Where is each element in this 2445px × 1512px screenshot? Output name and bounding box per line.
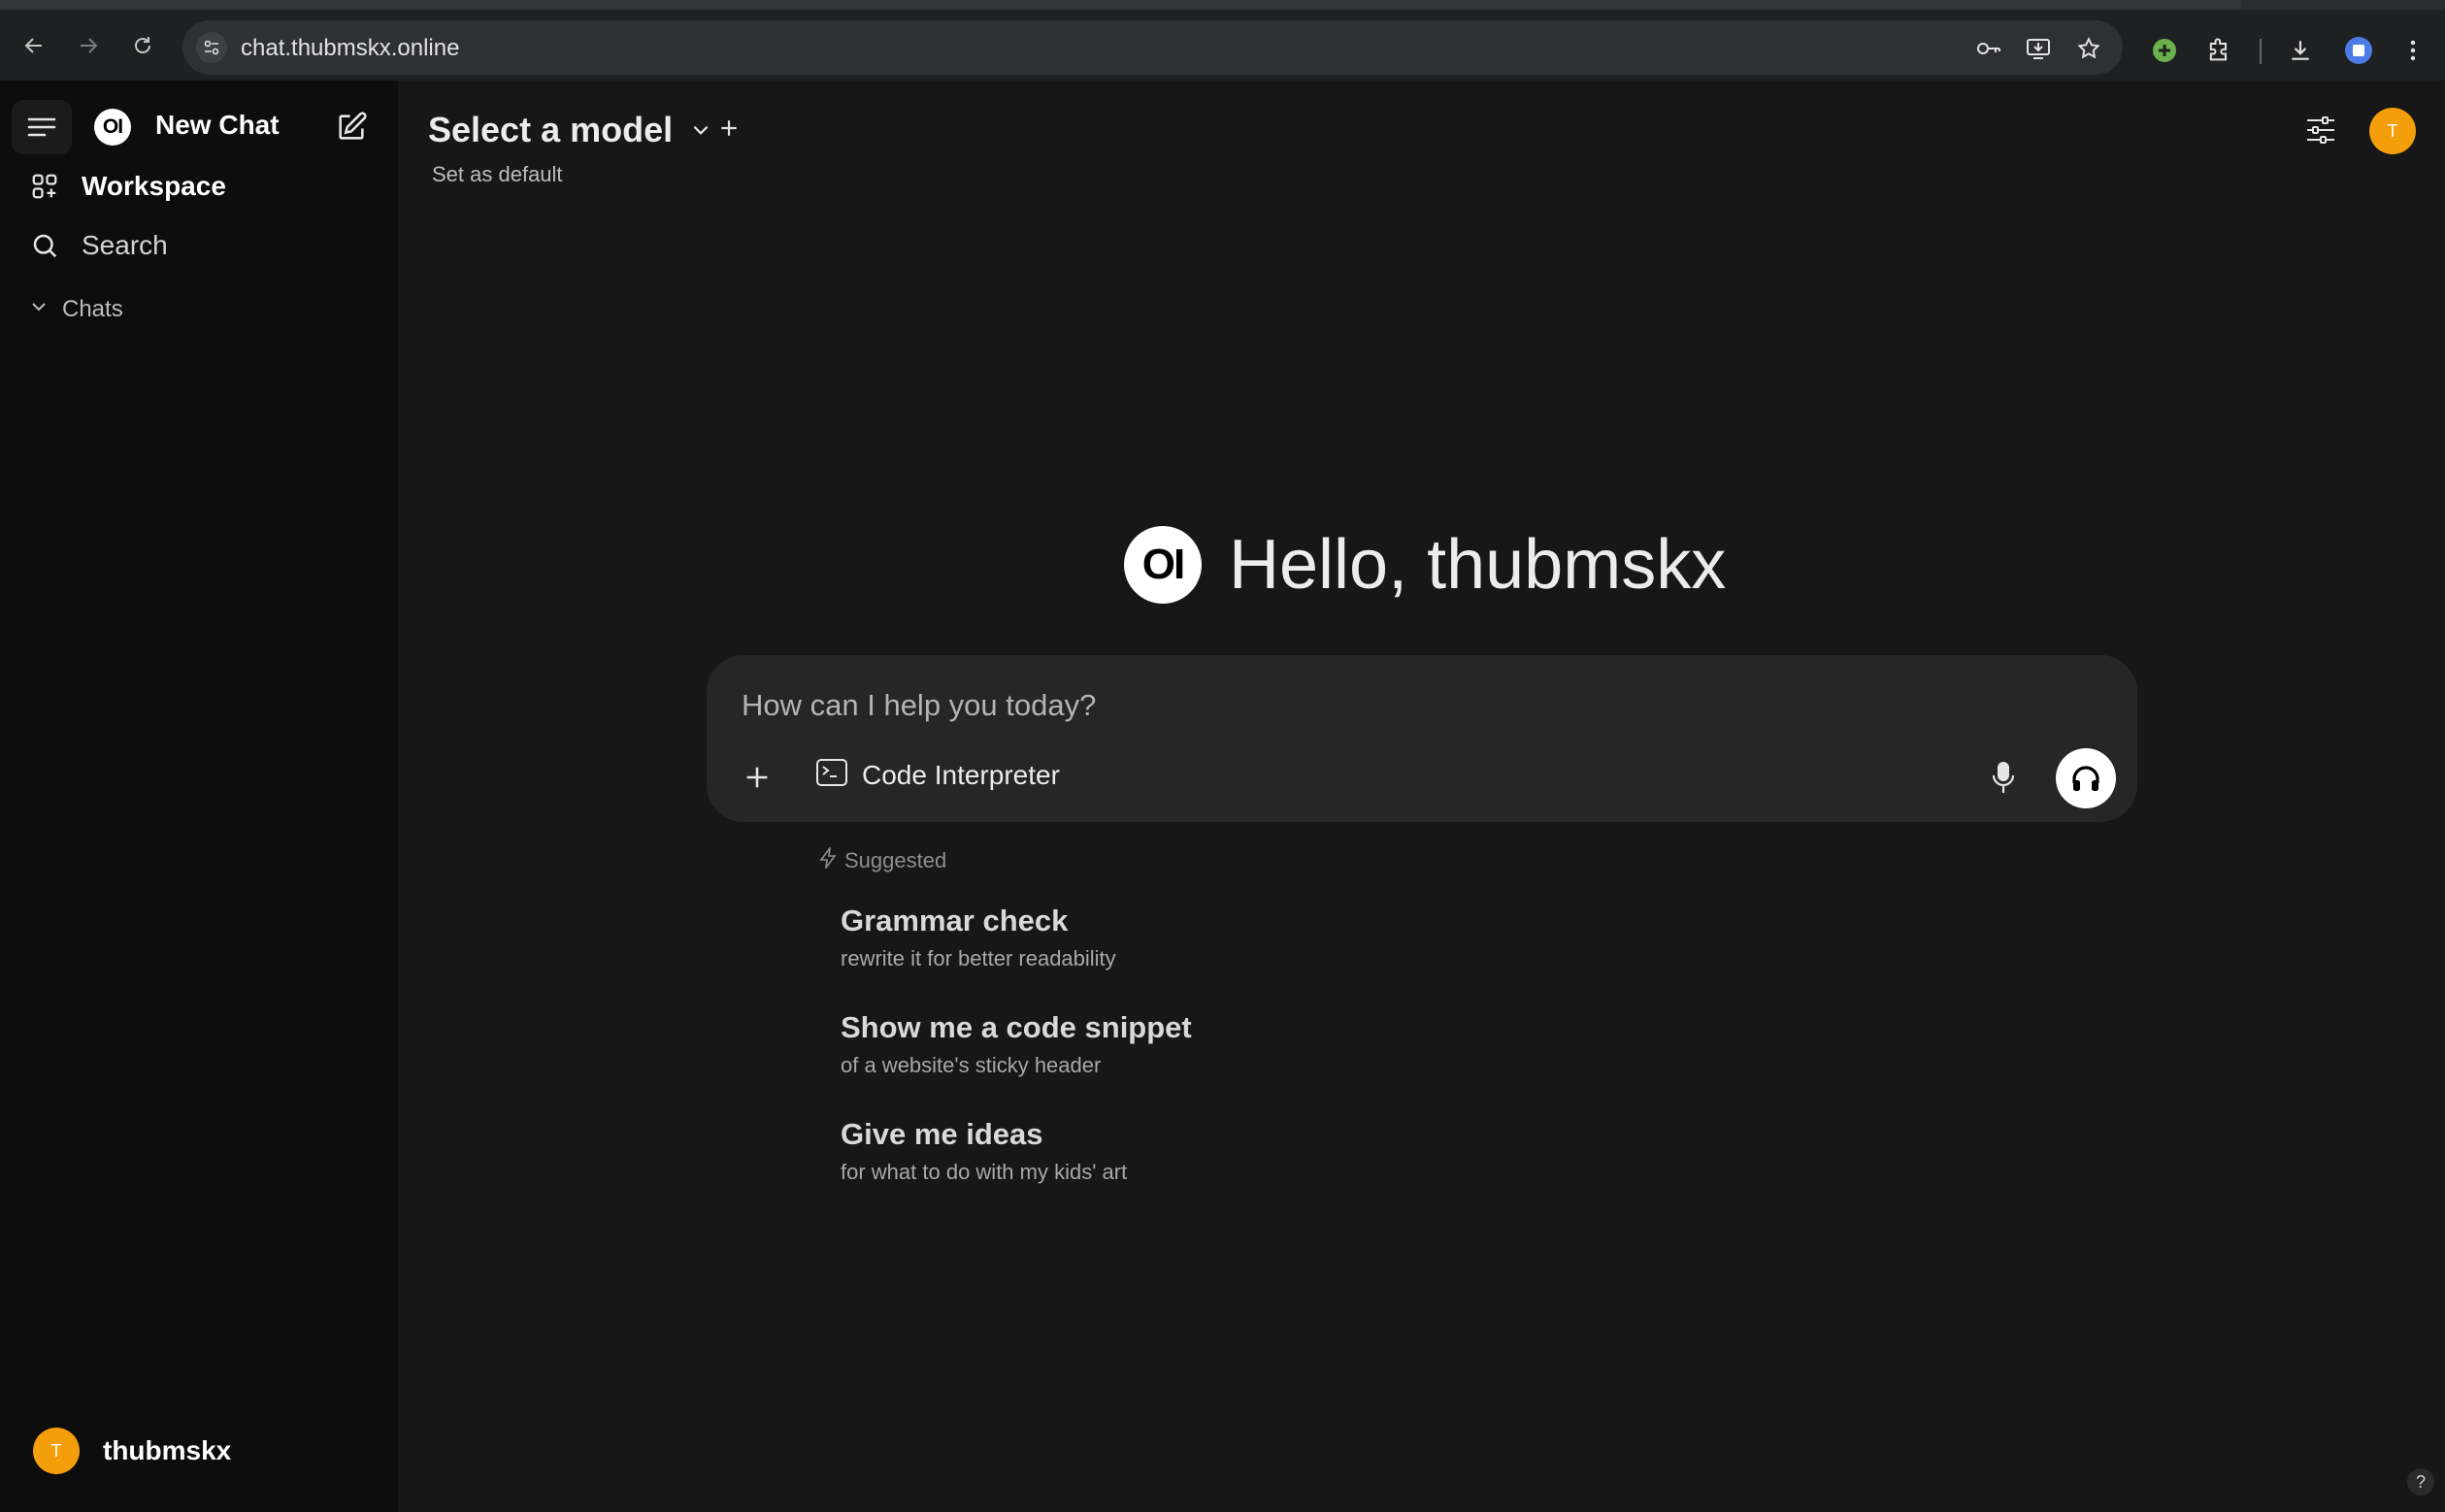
header-avatar-button[interactable]: T	[2369, 108, 2416, 154]
message-composer: How can I help you today? Code Interpret…	[707, 655, 2137, 822]
main-content: Select a model Set as default T OI Hello…	[398, 81, 2445, 1512]
chevron-down-icon	[29, 296, 49, 323]
profile-icon[interactable]	[2343, 35, 2374, 66]
tab-strip-edge	[2241, 0, 2445, 10]
back-arrow-icon[interactable]	[17, 29, 50, 62]
suggestion-title: Show me a code snippet	[841, 1010, 1192, 1044]
new-chat-button[interactable]: New Chat	[155, 110, 280, 141]
reload-icon[interactable]	[126, 29, 159, 62]
add-model-plus-icon[interactable]	[714, 114, 743, 143]
suggestion-item[interactable]: Grammar check rewrite it for better read…	[841, 904, 1116, 971]
user-menu[interactable]: T thubmskx	[33, 1428, 231, 1474]
browser-menu-icon[interactable]	[2397, 35, 2428, 66]
download-icon[interactable]	[2285, 35, 2316, 66]
grid-plus-icon	[27, 169, 62, 204]
sidebar: OI New Chat Workspace Search Chats T thu…	[0, 81, 398, 1512]
user-name: thubmskx	[103, 1435, 232, 1465]
voice-mode-headphones-icon[interactable]	[2056, 748, 2116, 808]
sidebar-item-label: Workspace	[82, 171, 226, 201]
suggestion-title: Grammar check	[841, 904, 1069, 937]
chats-label: Chats	[62, 296, 123, 322]
install-app-icon[interactable]	[2024, 34, 2053, 63]
extensions-puzzle-icon[interactable]	[2203, 35, 2234, 66]
toolbar-divider	[2260, 39, 2262, 64]
app-logo: OI	[94, 109, 131, 146]
chats-section-toggle[interactable]: Chats	[29, 296, 123, 323]
browser-toolbar: chat.thubmskx.online	[0, 0, 2445, 81]
extension-green-icon[interactable]	[2149, 35, 2180, 66]
sidebar-item-label: Search	[82, 230, 168, 260]
suggested-label: Suggested	[844, 848, 947, 872]
help-button[interactable]: ?	[2407, 1468, 2434, 1496]
bookmark-star-icon[interactable]	[2074, 34, 2103, 63]
greeting-text: Hello, thubmskx	[1229, 526, 1727, 604]
forward-arrow-icon[interactable]	[72, 29, 105, 62]
sidebar-item-search[interactable]: Search	[27, 226, 168, 265]
avatar: T	[2369, 108, 2416, 154]
password-key-icon[interactable]	[1974, 34, 2003, 63]
site-info-icon[interactable]	[196, 32, 227, 63]
set-default-link[interactable]: Set as default	[432, 162, 563, 187]
suggestion-subtitle: of a website's sticky header	[841, 1053, 1102, 1077]
model-selector[interactable]: Select a model	[428, 110, 715, 150]
attach-plus-icon[interactable]	[740, 760, 775, 795]
avatar: T	[33, 1428, 80, 1474]
url-text[interactable]: chat.thubmskx.online	[241, 35, 459, 62]
new-chat-pencil-icon[interactable]	[332, 108, 371, 147]
code-interpreter-button[interactable]: Code Interpreter	[815, 758, 1060, 792]
address-bar[interactable]: chat.thubmskx.online	[182, 20, 2123, 75]
microphone-icon[interactable]	[1984, 756, 2023, 799]
search-icon	[27, 228, 62, 263]
suggestion-subtitle: for what to do with my kids' art	[841, 1160, 1128, 1184]
sidebar-toggle-icon[interactable]	[12, 100, 72, 154]
message-input[interactable]: How can I help you today?	[742, 688, 1096, 723]
code-interpreter-label: Code Interpreter	[862, 759, 1060, 790]
suggestion-item[interactable]: Give me ideas for what to do with my kid…	[841, 1117, 1127, 1185]
greeting: OI Hello, thubmskx	[1124, 525, 1726, 605]
suggestion-item[interactable]: Show me a code snippet of a website's st…	[841, 1010, 1192, 1078]
sidebar-item-workspace[interactable]: Workspace	[27, 167, 226, 206]
suggestion-subtitle: rewrite it for better readability	[841, 946, 1116, 970]
chevron-down-icon	[690, 117, 715, 143]
bolt-icon	[819, 845, 837, 874]
controls-sliders-icon[interactable]	[2302, 112, 2339, 148]
suggestion-title: Give me ideas	[841, 1117, 1043, 1151]
model-selector-label: Select a model	[428, 110, 674, 149]
app-logo: OI	[1124, 526, 1202, 604]
terminal-icon	[815, 758, 848, 792]
suggested-header: Suggested	[819, 845, 947, 874]
